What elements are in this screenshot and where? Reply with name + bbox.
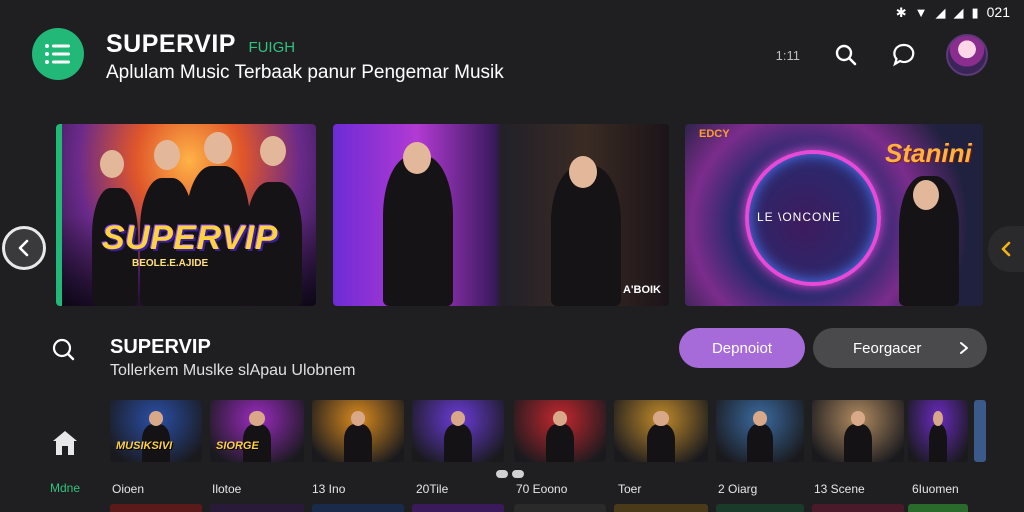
thumbnail-card[interactable] — [412, 504, 504, 512]
thumbnail-title: SIORGE — [216, 440, 259, 452]
side-search-button[interactable] — [50, 336, 76, 367]
thumbnail-card[interactable]: MUSIKSIVI — [110, 400, 202, 462]
carousel-prev-button[interactable] — [2, 226, 46, 270]
guitarist-image — [913, 180, 939, 210]
user-avatar[interactable] — [946, 34, 988, 76]
guitarist-image — [403, 142, 431, 174]
chevron-right-icon — [960, 342, 968, 354]
search-icon — [52, 338, 75, 361]
search-icon — [835, 44, 857, 66]
menu-icon — [45, 44, 70, 64]
signal-icon: ◢ — [935, 4, 946, 20]
thumbnail-label: Ilotoe — [212, 482, 242, 496]
thumbnail-card[interactable] — [312, 400, 404, 462]
banner-corner-label: EDCY — [699, 128, 730, 140]
chevron-left-icon — [18, 239, 29, 257]
thumbnail-grid: MUSIKSIVI SIORGE Oioen Ilotoe 13 Ino 20T… — [0, 400, 1024, 512]
app-tag: FUIGH — [248, 39, 296, 56]
status-bar: ✱ ▼ ◢ ◢ ▮ 021 — [896, 2, 1010, 22]
pager-dot[interactable] — [496, 470, 508, 478]
thumbnail-card[interactable] — [812, 504, 904, 512]
thumbnail-card[interactable] — [110, 504, 202, 512]
pager-dot[interactable] — [512, 470, 524, 478]
thumbnail-card[interactable] — [974, 400, 986, 462]
band-member-image — [204, 132, 232, 164]
thumbnail-card[interactable] — [908, 400, 968, 462]
thumbnail-card[interactable] — [716, 400, 804, 462]
thumbnail-title: MUSIKSIVI — [116, 440, 173, 452]
chat-button[interactable] — [888, 39, 920, 71]
wifi-icon: ▼ — [914, 4, 928, 20]
app-subtitle: Aplulam Music Terbaak panur Pengemar Mus… — [106, 62, 504, 83]
carousel-next-button[interactable] — [988, 226, 1024, 272]
chat-icon — [893, 43, 915, 67]
thumbnail-label: 13 Ino — [312, 482, 346, 496]
banner-logo: Stanini — [885, 138, 972, 168]
secondary-action-label: Feorgacer — [853, 339, 922, 357]
carousel-pager — [496, 470, 524, 478]
banner-carousel: SUPERVIP BEOLE.E.AJIDE A'BOIK LE \ONCONE… — [56, 124, 984, 306]
thumbnail-card[interactable] — [614, 504, 708, 512]
thumbnail-label: 20Tile — [416, 482, 449, 496]
thumbnail-card[interactable] — [812, 400, 904, 462]
banner-card[interactable]: SUPERVIP BEOLE.E.AJIDE — [56, 124, 316, 306]
guitarist-image — [383, 156, 453, 306]
thumbnail-card[interactable] — [514, 504, 606, 512]
app-title-group: SUPERVIP FUIGH — [106, 30, 295, 59]
app-title: SUPERVIP — [106, 30, 236, 58]
guitarist-image — [569, 156, 597, 188]
notification-count: 1:11 — [775, 47, 800, 63]
band-member-image — [154, 140, 180, 170]
battery-icon: ▮ — [971, 4, 979, 20]
thumbnail-card[interactable] — [614, 400, 708, 462]
thumbnail-card[interactable] — [312, 504, 404, 512]
banner-card[interactable]: LE \ONCONE Stanini EDCY — [685, 124, 983, 306]
thumbnail-card[interactable] — [908, 504, 968, 512]
primary-action-label: Depnoiot — [711, 339, 773, 357]
top-actions: 1:11 — [776, 34, 988, 76]
thumbnail-card[interactable] — [210, 504, 304, 512]
section-title: SUPERVIP — [110, 336, 211, 358]
thumbnail-label: 13 Scene — [814, 482, 865, 496]
band-member-image — [100, 150, 124, 178]
thumbnail-label: Toer — [618, 482, 642, 496]
chevron-left-icon — [1001, 241, 1011, 257]
thumbnail-card[interactable]: SIORGE — [210, 400, 304, 462]
search-button[interactable] — [830, 39, 862, 71]
thumbnail-label: Oioen — [112, 482, 145, 496]
menu-button[interactable] — [32, 28, 84, 80]
banner-title: SUPERVIP — [102, 219, 278, 257]
thumbnail-label: 2 Oiarg — [718, 482, 758, 496]
banner-card[interactable]: A'BOIK — [333, 124, 669, 306]
thumbnail-card[interactable] — [716, 504, 804, 512]
signal-icon: ◢ — [953, 4, 964, 20]
band-member-image — [260, 136, 286, 166]
ring-label: LE \ONCONE — [757, 210, 842, 224]
thumbnail-card[interactable] — [412, 400, 504, 462]
thumbnail-label: 70 Eoono — [516, 482, 568, 496]
secondary-action-button[interactable]: Feorgacer — [813, 328, 987, 368]
primary-action-button[interactable]: Depnoiot — [679, 328, 805, 368]
banner-tag: A'BOIK — [622, 284, 661, 296]
section-subtitle: Tollerkem Muslke slApau Ulobnem — [110, 362, 356, 379]
thumbnail-label: 6Iuomen — [912, 482, 959, 496]
banner-subtitle: BEOLE.E.AJIDE — [132, 258, 209, 269]
bluetooth-icon: ✱ — [895, 4, 907, 20]
status-time: 021 — [986, 4, 1010, 20]
thumbnail-card[interactable] — [514, 400, 606, 462]
